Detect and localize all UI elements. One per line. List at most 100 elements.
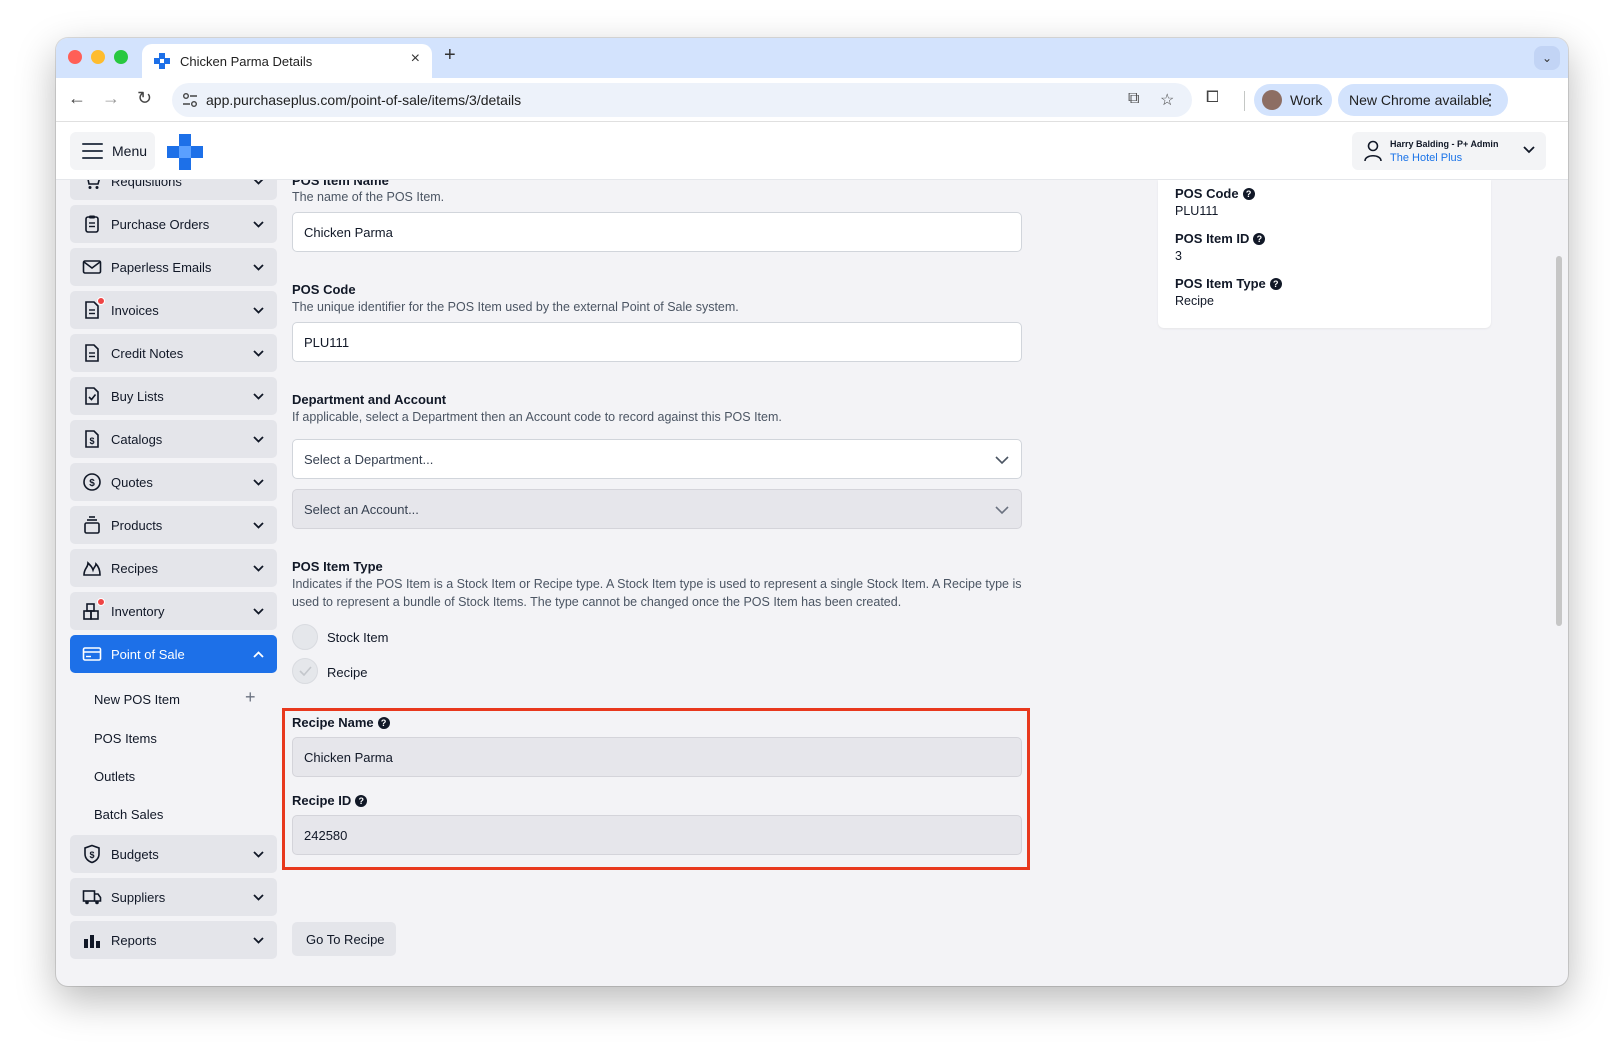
chevron-down-icon: [253, 479, 264, 486]
chrome-update-button[interactable]: New Chrome available ⋮: [1338, 84, 1508, 116]
sidebar-item-suppliers[interactable]: Suppliers: [70, 878, 277, 916]
reload-icon[interactable]: ↻: [137, 88, 152, 109]
chevron-down-icon: [995, 456, 1009, 465]
sidebar-subitem-pos-items[interactable]: POS Items: [94, 731, 157, 746]
stack-icon: [84, 516, 100, 534]
hamburger-icon: [82, 143, 103, 159]
close-window-button[interactable]: [68, 50, 82, 64]
shield-dollar-icon: $: [84, 844, 100, 864]
site-settings-icon[interactable]: [182, 92, 198, 108]
sidebar-item-inventory[interactable]: Inventory: [70, 592, 277, 630]
notification-badge: [97, 297, 105, 305]
pos-item-name-title: POS Item Name: [292, 180, 389, 188]
clipboard-icon: [85, 215, 99, 233]
chevron-down-icon: [253, 221, 264, 228]
help-icon[interactable]: ?: [1242, 188, 1255, 200]
bookmark-star-icon[interactable]: ☆: [1160, 90, 1174, 110]
new-tab-icon[interactable]: +: [444, 44, 456, 67]
sidebar-item-budgets[interactable]: $ Budgets: [70, 835, 277, 873]
purchaseplus-logo[interactable]: [167, 134, 203, 170]
svg-text:$: $: [89, 436, 94, 446]
pos-code-description: The unique identifier for the POS Item u…: [292, 300, 739, 314]
pos-item-type-description: Indicates if the POS Item is a Stock Ite…: [292, 577, 1022, 609]
info-pos-code-label: POS Code?: [1175, 186, 1255, 201]
sidebar-item-label: Products: [111, 518, 163, 533]
sidebar-subitem-outlets[interactable]: Outlets: [94, 769, 135, 784]
browser-window: Chicken Parma Details × + ⌄ ← → ↻ app.pu…: [56, 38, 1568, 986]
department-placeholder: Select a Department...: [304, 452, 434, 467]
sidebar-item-point-of-sale[interactable]: Point of Sale: [70, 635, 277, 673]
account-select[interactable]: Select an Account...: [292, 489, 1022, 529]
sidebar-item-quotes[interactable]: $ Quotes: [70, 463, 277, 501]
menu-button[interactable]: Menu: [70, 132, 155, 170]
browser-tab[interactable]: Chicken Parma Details ×: [142, 44, 432, 78]
sidebar: Requisitions Purchase Orders Paperless E…: [70, 180, 277, 986]
sidebar-item-buy-lists[interactable]: Buy Lists: [70, 377, 277, 415]
sidebar-item-recipes[interactable]: Recipes: [70, 549, 277, 587]
pos-code-title: POS Code: [292, 282, 356, 297]
svg-text:$: $: [89, 850, 94, 860]
chevron-down-icon: [253, 851, 264, 858]
sidebar-item-products[interactable]: Products: [70, 506, 277, 544]
recipe-radio-label: Recipe: [327, 665, 368, 680]
sidebar-item-requisitions[interactable]: Requisitions: [70, 180, 277, 200]
sidebar-item-paperless-emails[interactable]: Paperless Emails: [70, 248, 277, 286]
sidebar-item-reports[interactable]: Reports: [70, 921, 277, 959]
go-to-recipe-button[interactable]: Go To Recipe: [292, 922, 396, 956]
chevron-down-icon: [253, 894, 264, 901]
chevron-down-icon: [253, 522, 264, 529]
help-icon[interactable]: ?: [1253, 233, 1266, 245]
truck-icon: [82, 890, 102, 905]
cart-icon: [87, 180, 100, 189]
profile-label: Work: [1290, 92, 1323, 108]
pos-item-name-description: The name of the POS Item.: [292, 190, 445, 204]
pos-item-type-title: POS Item Type: [292, 559, 383, 574]
maximize-window-button[interactable]: [114, 50, 128, 64]
tab-close-icon[interactable]: ×: [411, 50, 420, 68]
department-select[interactable]: Select a Department...: [292, 439, 1022, 479]
translate-icon[interactable]: ⧉: [1128, 90, 1139, 108]
extensions-icon[interactable]: ⧠: [1206, 89, 1219, 107]
sidebar-item-label: Requisitions: [111, 180, 182, 189]
forward-arrow-icon[interactable]: →: [102, 88, 120, 109]
pos-item-info-card: POS Code? PLU111 POS Item ID? 3 POS Item…: [1158, 180, 1491, 328]
sidebar-subitem-new-pos-item[interactable]: New POS Item: [94, 692, 180, 707]
sidebar-subitem-batch-sales[interactable]: Batch Sales: [94, 807, 163, 822]
chevron-up-icon: [253, 651, 264, 658]
sidebar-item-purchase-orders[interactable]: Purchase Orders: [70, 205, 277, 243]
page-scrollbar[interactable]: [1556, 256, 1562, 626]
pos-code-input[interactable]: PLU111: [292, 322, 1022, 362]
recipe-radio[interactable]: [292, 658, 318, 684]
chevron-down-icon: [253, 350, 264, 357]
minimize-window-button[interactable]: [91, 50, 105, 64]
plus-icon[interactable]: +: [245, 687, 256, 708]
tab-search-chevron-icon[interactable]: ⌄: [1534, 46, 1560, 70]
update-label: New Chrome available: [1349, 92, 1490, 108]
chevron-down-icon: [253, 608, 264, 615]
more-menu-icon[interactable]: ⋮: [1482, 90, 1498, 110]
document-icon: [85, 344, 99, 362]
chevron-down-icon: [253, 436, 264, 443]
sidebar-item-invoices[interactable]: Invoices: [70, 291, 277, 329]
url-text: app.purchaseplus.com/point-of-sale/items…: [206, 92, 522, 108]
help-icon[interactable]: ?: [1269, 278, 1282, 290]
sidebar-item-catalogs[interactable]: $ Catalogs: [70, 420, 277, 458]
user-account-menu[interactable]: Harry Balding - P+ Admin The Hotel Plus: [1352, 132, 1546, 170]
svg-text:$: $: [89, 478, 95, 489]
sidebar-item-credit-notes[interactable]: Credit Notes: [70, 334, 277, 372]
pos-item-name-input[interactable]: Chicken Parma: [292, 212, 1022, 252]
envelope-icon: [82, 260, 102, 274]
sidebar-item-label: Paperless Emails: [111, 260, 212, 275]
stock-item-radio[interactable]: [292, 624, 318, 650]
address-bar[interactable]: app.purchaseplus.com/point-of-sale/items…: [172, 83, 1192, 117]
sidebar-item-label: Suppliers: [111, 890, 166, 905]
account-placeholder: Select an Account...: [304, 502, 419, 517]
checklist-icon: [85, 387, 99, 405]
user-icon: [1364, 140, 1382, 162]
user-name: Harry Balding - P+ Admin: [1390, 139, 1499, 149]
sidebar-item-label: Point of Sale: [111, 647, 185, 662]
info-pos-item-id-label: POS Item ID?: [1175, 231, 1266, 246]
back-arrow-icon[interactable]: ←: [68, 88, 86, 109]
chevron-down-icon: [253, 180, 264, 185]
profile-button[interactable]: Work: [1254, 84, 1332, 116]
